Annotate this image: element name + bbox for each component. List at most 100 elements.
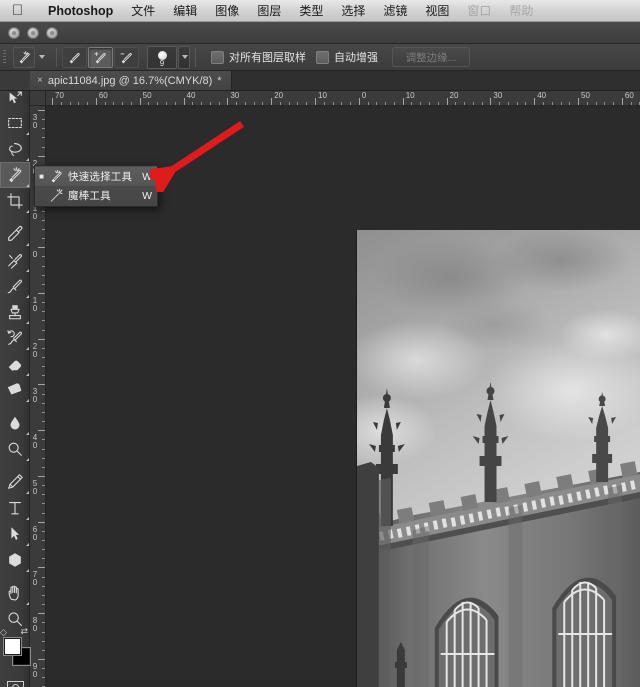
ruler-tick-minor <box>429 102 430 105</box>
ruler-tick-minor <box>42 394 45 395</box>
type-tool-icon <box>6 499 24 517</box>
selection-mode-group <box>62 47 139 68</box>
menu-item-file[interactable]: 文件 <box>122 0 164 22</box>
menu-item-photoshop[interactable]: Photoshop <box>39 0 122 22</box>
horizontal-ruler[interactable]: 706050403020100102030405060 <box>46 91 640 106</box>
quick-selection-tool-button[interactable] <box>0 162 30 188</box>
tool-flyout-indicator <box>26 373 29 376</box>
auto-enhance-checkbox[interactable] <box>316 51 329 64</box>
ruler-tick-major <box>38 476 45 477</box>
options-bar-grip[interactable] <box>0 44 9 71</box>
blur-tool-button[interactable] <box>0 410 30 436</box>
brush-tool-icon <box>6 277 24 295</box>
menu-item-layer[interactable]: 图层 <box>248 0 290 22</box>
crop-tool-icon <box>6 192 24 210</box>
eyedropper-tool-button[interactable] <box>0 221 30 247</box>
ruler-label: 30 <box>31 388 39 404</box>
ruler-tick-minor <box>42 485 45 486</box>
add-to-selection-button[interactable] <box>88 47 113 68</box>
brush-size-value: 9 <box>148 60 176 68</box>
auto-enhance-label: 自动增强 <box>334 49 378 65</box>
ruler-tick-minor <box>157 102 158 105</box>
shape-tool-button[interactable] <box>0 547 30 573</box>
ruler-tick-major <box>38 567 45 568</box>
photoshop-window:  Photoshop 文件 编辑 图像 图层 类型 选择 滤镜 视图 窗口 帮… <box>0 0 640 687</box>
brush-size-picker[interactable]: 9 <box>147 46 177 69</box>
color-swatches: ◇ ⇄ <box>0 635 30 675</box>
ruler-label: 10 <box>31 297 39 313</box>
flyout-item-quick-selection-tool[interactable]: ■ 快速选择工具 W <box>35 167 157 186</box>
path-selection-tool-button[interactable] <box>0 521 30 547</box>
tool-preset-picker[interactable] <box>9 44 51 71</box>
ruler-tick-minor <box>385 102 386 105</box>
menu-item-image[interactable]: 图像 <box>206 0 248 22</box>
dodge-tool-button[interactable] <box>0 436 30 462</box>
ruler-tick-minor <box>482 102 483 105</box>
zoom-window-button[interactable] <box>46 27 58 39</box>
ruler-tick-minor <box>175 102 176 105</box>
options-divider <box>195 48 196 67</box>
tool-flyout-indicator <box>26 517 29 520</box>
new-selection-button[interactable] <box>62 47 87 68</box>
menu-item-help[interactable]: 帮助 <box>500 0 542 22</box>
brush-options-dropdown[interactable] <box>178 46 190 69</box>
close-icon[interactable]: × <box>37 76 43 86</box>
tool-flyout-indicator <box>26 269 29 272</box>
brush-tool-button[interactable] <box>0 273 30 299</box>
horizontal-type-tool-button[interactable] <box>0 495 30 521</box>
foreground-color-swatch[interactable] <box>4 638 21 655</box>
spot-healing-brush-tool-button[interactable] <box>0 247 30 273</box>
menu-item-edit[interactable]: 编辑 <box>164 0 206 22</box>
menu-item-filter[interactable]: 滤镜 <box>374 0 416 22</box>
ruler-tick-major <box>271 98 272 105</box>
eraser-tool-button[interactable] <box>0 351 30 377</box>
document-image[interactable] <box>356 230 640 687</box>
swap-colors-icon[interactable]: ⇄ <box>20 627 28 636</box>
flyout-item-magic-wand-tool[interactable]: 魔棒工具 W <box>35 186 157 205</box>
minimize-window-button[interactable] <box>27 27 39 39</box>
ruler-tick-minor <box>201 102 202 105</box>
ruler-tick-minor <box>42 540 45 541</box>
ruler-tick-minor <box>596 102 597 105</box>
sample-all-layers-checkbox[interactable] <box>211 51 224 64</box>
ruler-label: 30 <box>31 114 39 130</box>
tool-flyout-indicator <box>26 184 29 187</box>
menu-item-select[interactable]: 选择 <box>332 0 374 22</box>
ruler-label: 10 <box>318 91 327 100</box>
quick-mask-mode-button[interactable] <box>0 675 30 687</box>
ruler-tick-minor <box>561 102 562 105</box>
menu-item-view[interactable]: 视图 <box>416 0 458 22</box>
ruler-label: 0 <box>31 251 39 259</box>
gradient-tool-button[interactable] <box>0 377 30 403</box>
clone-stamp-tool-button[interactable] <box>0 299 30 325</box>
ruler-tick-minor <box>42 320 45 321</box>
rectangular-marquee-tool-button[interactable] <box>0 110 30 136</box>
hand-tool-button[interactable] <box>0 580 30 606</box>
ruler-tick-minor <box>262 102 263 105</box>
ruler-tick-minor <box>42 503 45 504</box>
document-tab[interactable]: × apic11084.jpg @ 16.7%(CMYK/8) * <box>30 70 232 90</box>
tool-flyout-indicator <box>26 432 29 435</box>
path-selection-tool-icon <box>6 525 24 543</box>
close-window-button[interactable] <box>8 27 20 39</box>
ruler-origin-corner[interactable] <box>30 91 46 106</box>
ruler-tick-minor <box>105 102 106 105</box>
apple-logo-icon[interactable]:  <box>10 2 25 19</box>
tool-flyout-indicator <box>26 295 29 298</box>
menu-item-window[interactable]: 窗口 <box>458 0 500 22</box>
crop-tool-button[interactable] <box>0 188 30 214</box>
ruler-tick-minor <box>42 366 45 367</box>
pen-tool-button[interactable] <box>0 469 30 495</box>
default-colors-icon[interactable]: ◇ <box>0 628 7 637</box>
lasso-tool-button[interactable] <box>0 136 30 162</box>
auto-enhance-option[interactable]: 自动增强 <box>316 49 378 65</box>
ruler-tick-minor <box>42 668 45 669</box>
sample-all-layers-option[interactable]: 对所有图层取样 <box>211 49 306 65</box>
menu-item-type[interactable]: 类型 <box>290 0 332 22</box>
history-brush-tool-button[interactable] <box>0 325 30 351</box>
subtract-from-selection-button[interactable] <box>114 47 139 68</box>
quick-selection-tool-icon <box>48 169 65 184</box>
refine-edge-button[interactable]: 调整边缘... <box>392 47 470 67</box>
ruler-tick-minor <box>42 311 45 312</box>
tools-divider <box>0 403 29 410</box>
